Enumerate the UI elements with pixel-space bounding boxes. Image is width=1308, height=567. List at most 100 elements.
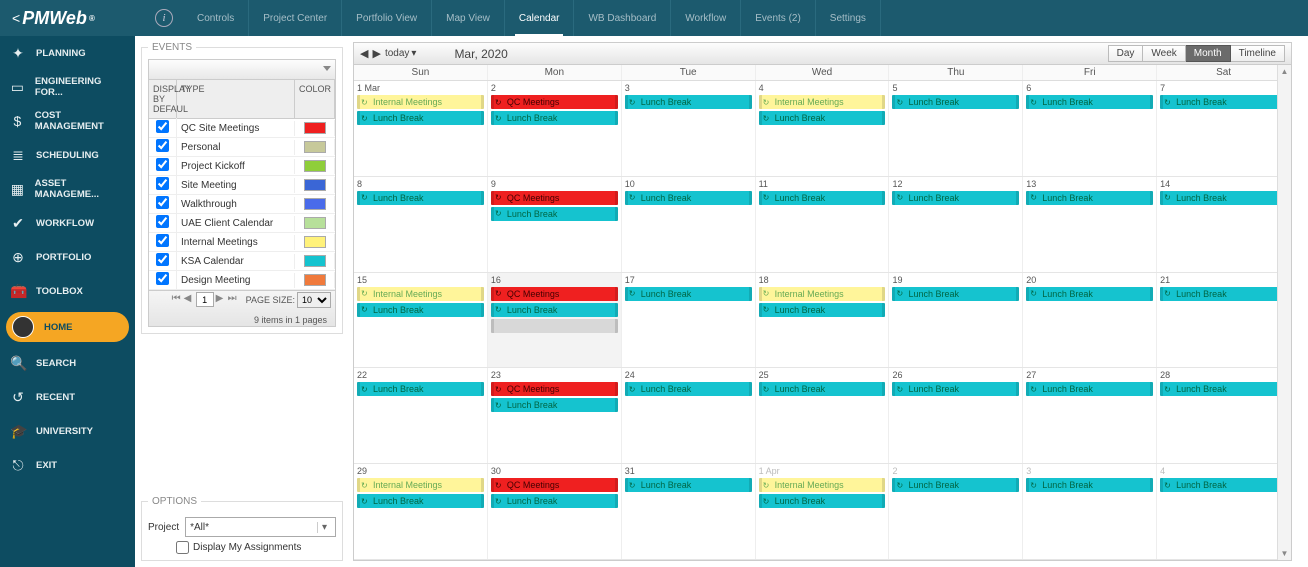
events-row[interactable]: Internal Meetings (149, 233, 335, 252)
calendar-day[interactable]: 17↻Lunch Break (622, 273, 756, 368)
calendar-day[interactable]: 20↻Lunch Break (1023, 273, 1157, 368)
calendar-event[interactable]: ↻Lunch Break (357, 303, 484, 317)
calendar-day[interactable]: 3↻Lunch Break (1023, 464, 1157, 559)
calendar-event[interactable]: ↻Lunch Break (357, 111, 484, 125)
event-display-checkbox[interactable] (156, 158, 169, 171)
top-tab-portfolio-view[interactable]: Portfolio View (342, 0, 432, 36)
calendar-event[interactable]: ↻Lunch Break (491, 207, 618, 221)
sidebar-item-planning[interactable]: ✦PLANNING (0, 36, 135, 70)
info-icon[interactable]: i (155, 9, 173, 27)
calendar-day[interactable]: 21↻Lunch Break (1157, 273, 1291, 368)
top-tab-map-view[interactable]: Map View (432, 0, 505, 36)
cal-prev-icon[interactable]: ◀ (360, 47, 368, 60)
event-display-checkbox[interactable] (156, 234, 169, 247)
calendar-event[interactable]: ↻Lunch Break (1160, 191, 1287, 205)
calendar-day[interactable]: 15↻Internal Meetings↻Lunch Break (354, 273, 488, 368)
calendar-event[interactable]: ↻Lunch Break (1026, 382, 1153, 396)
calendar-day[interactable]: 3↻Lunch Break (622, 81, 756, 176)
page-size-select[interactable]: 10 (297, 292, 331, 308)
calendar-day[interactable]: 1 Apr↻Internal Meetings↻Lunch Break (756, 464, 890, 559)
top-tab-project-center[interactable]: Project Center (249, 0, 342, 36)
calendar-day[interactable]: 22↻Lunch Break (354, 368, 488, 463)
calendar-day[interactable]: 4↻Internal Meetings↻Lunch Break (756, 81, 890, 176)
events-row[interactable]: Project Kickoff (149, 157, 335, 176)
top-tab-workflow[interactable]: Workflow (671, 0, 741, 36)
calendar-event[interactable]: ↻Lunch Break (1026, 478, 1153, 492)
sidebar-item-university[interactable]: 🎓UNIVERSITY (0, 414, 135, 448)
calendar-event[interactable]: ↻Lunch Break (357, 494, 484, 508)
calendar-event[interactable]: ↻Lunch Break (491, 398, 618, 412)
cal-next-icon[interactable]: ▶ (372, 47, 380, 60)
logo[interactable]: < PMWeb ® (0, 8, 135, 29)
display-assignments-input[interactable] (176, 541, 189, 554)
calendar-day[interactable]: 8↻Lunch Break (354, 177, 488, 272)
sidebar-item-workflow[interactable]: ✔WORKFLOW (0, 206, 135, 240)
calendar-day[interactable]: 27↻Lunch Break (1023, 368, 1157, 463)
calendar-event[interactable]: ↻Lunch Break (357, 191, 484, 205)
sidebar-item-asset-manageme-[interactable]: ▦ASSET MANAGEME... (0, 172, 135, 206)
events-filter-row[interactable] (149, 60, 335, 80)
event-display-checkbox[interactable] (156, 139, 169, 152)
calendar-event[interactable]: ↻Lunch Break (1160, 382, 1287, 396)
calendar-event[interactable]: ↻Lunch Break (1160, 287, 1287, 301)
calendar-event[interactable]: ↻Internal Meetings (759, 478, 886, 492)
calendar-day[interactable]: 30↻QC Meetings↻Lunch Break (488, 464, 622, 559)
sidebar-item-cost-management[interactable]: $COST MANAGEMENT (0, 104, 135, 138)
calendar-event[interactable]: ↻Lunch Break (357, 382, 484, 396)
col-display[interactable]: DISPLAY BY DEFAUL (149, 80, 177, 118)
calendar-event[interactable]: ↻Lunch Break (892, 95, 1019, 109)
sidebar-item-portfolio[interactable]: ⊕PORTFOLIO (0, 240, 135, 274)
calendar-day[interactable]: 23↻QC Meetings↻Lunch Break (488, 368, 622, 463)
calendar-event[interactable]: ↻Internal Meetings (759, 95, 886, 109)
calendar-event[interactable]: ↻Lunch Break (1160, 478, 1287, 492)
sidebar-item-toolbox[interactable]: 🧰TOOLBOX (0, 274, 135, 308)
sidebar-item-recent[interactable]: ↺RECENT (0, 380, 135, 414)
sidebar-item-engineering-for-[interactable]: ▭ENGINEERING FOR... (0, 70, 135, 104)
calendar-event[interactable]: ↻Lunch Break (625, 191, 752, 205)
calendar-day[interactable]: 28↻Lunch Break (1157, 368, 1291, 463)
calendar-event[interactable]: ↻QC Meetings (491, 382, 618, 396)
col-type[interactable]: TYPE (177, 80, 295, 118)
calendar-event[interactable]: ↻Lunch Break (625, 95, 752, 109)
calendar-scrollbar[interactable]: ▲ ▼ (1277, 65, 1291, 560)
calendar-event[interactable]: ↻Lunch Break (892, 287, 1019, 301)
event-display-checkbox[interactable] (156, 177, 169, 190)
calendar-day[interactable]: 5↻Lunch Break (889, 81, 1023, 176)
view-month-button[interactable]: Month (1186, 45, 1231, 62)
calendar-day[interactable]: 11↻Lunch Break (756, 177, 890, 272)
calendar-event[interactable]: ↻Lunch Break (759, 191, 886, 205)
events-row[interactable]: Personal (149, 138, 335, 157)
pager-first-icon[interactable]: ⏮ (172, 294, 182, 306)
calendar-event[interactable]: ↻Lunch Break (1160, 95, 1287, 109)
calendar-day[interactable]: 16↻QC Meetings↻Lunch Break (488, 273, 622, 368)
calendar-day[interactable]: 29↻Internal Meetings↻Lunch Break (354, 464, 488, 559)
calendar-event[interactable]: ↻Lunch Break (892, 191, 1019, 205)
calendar-day[interactable]: 31↻Lunch Break (622, 464, 756, 559)
calendar-event[interactable]: ↻Lunch Break (1026, 95, 1153, 109)
calendar-event[interactable]: ↻Lunch Break (491, 494, 618, 508)
calendar-day[interactable]: 12↻Lunch Break (889, 177, 1023, 272)
events-row[interactable]: UAE Client Calendar (149, 214, 335, 233)
calendar-day[interactable]: 2↻Lunch Break (889, 464, 1023, 559)
display-assignments-checkbox[interactable]: Display My Assignments (176, 541, 336, 554)
event-display-checkbox[interactable] (156, 272, 169, 285)
events-row[interactable]: Walkthrough (149, 195, 335, 214)
calendar-event[interactable]: ↻Lunch Break (1026, 287, 1153, 301)
calendar-event[interactable]: ↻QC Meetings (491, 191, 618, 205)
calendar-day[interactable]: 6↻Lunch Break (1023, 81, 1157, 176)
pager-last-icon[interactable]: ⏭ (228, 294, 238, 306)
calendar-event[interactable]: ↻Lunch Break (625, 382, 752, 396)
view-day-button[interactable]: Day (1108, 45, 1144, 62)
calendar-event[interactable]: ↻Lunch Break (759, 303, 886, 317)
events-row[interactable]: Design Meeting (149, 271, 335, 290)
calendar-event[interactable]: ↻Lunch Break (625, 478, 752, 492)
sidebar-item-exit[interactable]: ⎋EXIT (0, 448, 135, 482)
calendar-event[interactable]: ↻Internal Meetings (357, 287, 484, 301)
top-tab-controls[interactable]: Controls (183, 0, 249, 36)
pager-prev-icon[interactable]: ◀ (184, 294, 194, 306)
view-week-button[interactable]: Week (1143, 45, 1185, 62)
calendar-event[interactable]: ↻Internal Meetings (357, 95, 484, 109)
calendar-event[interactable]: ↻Lunch Break (759, 382, 886, 396)
calendar-event[interactable]: ↻QC Meetings (491, 95, 618, 109)
calendar-day[interactable]: 14↻Lunch Break (1157, 177, 1291, 272)
